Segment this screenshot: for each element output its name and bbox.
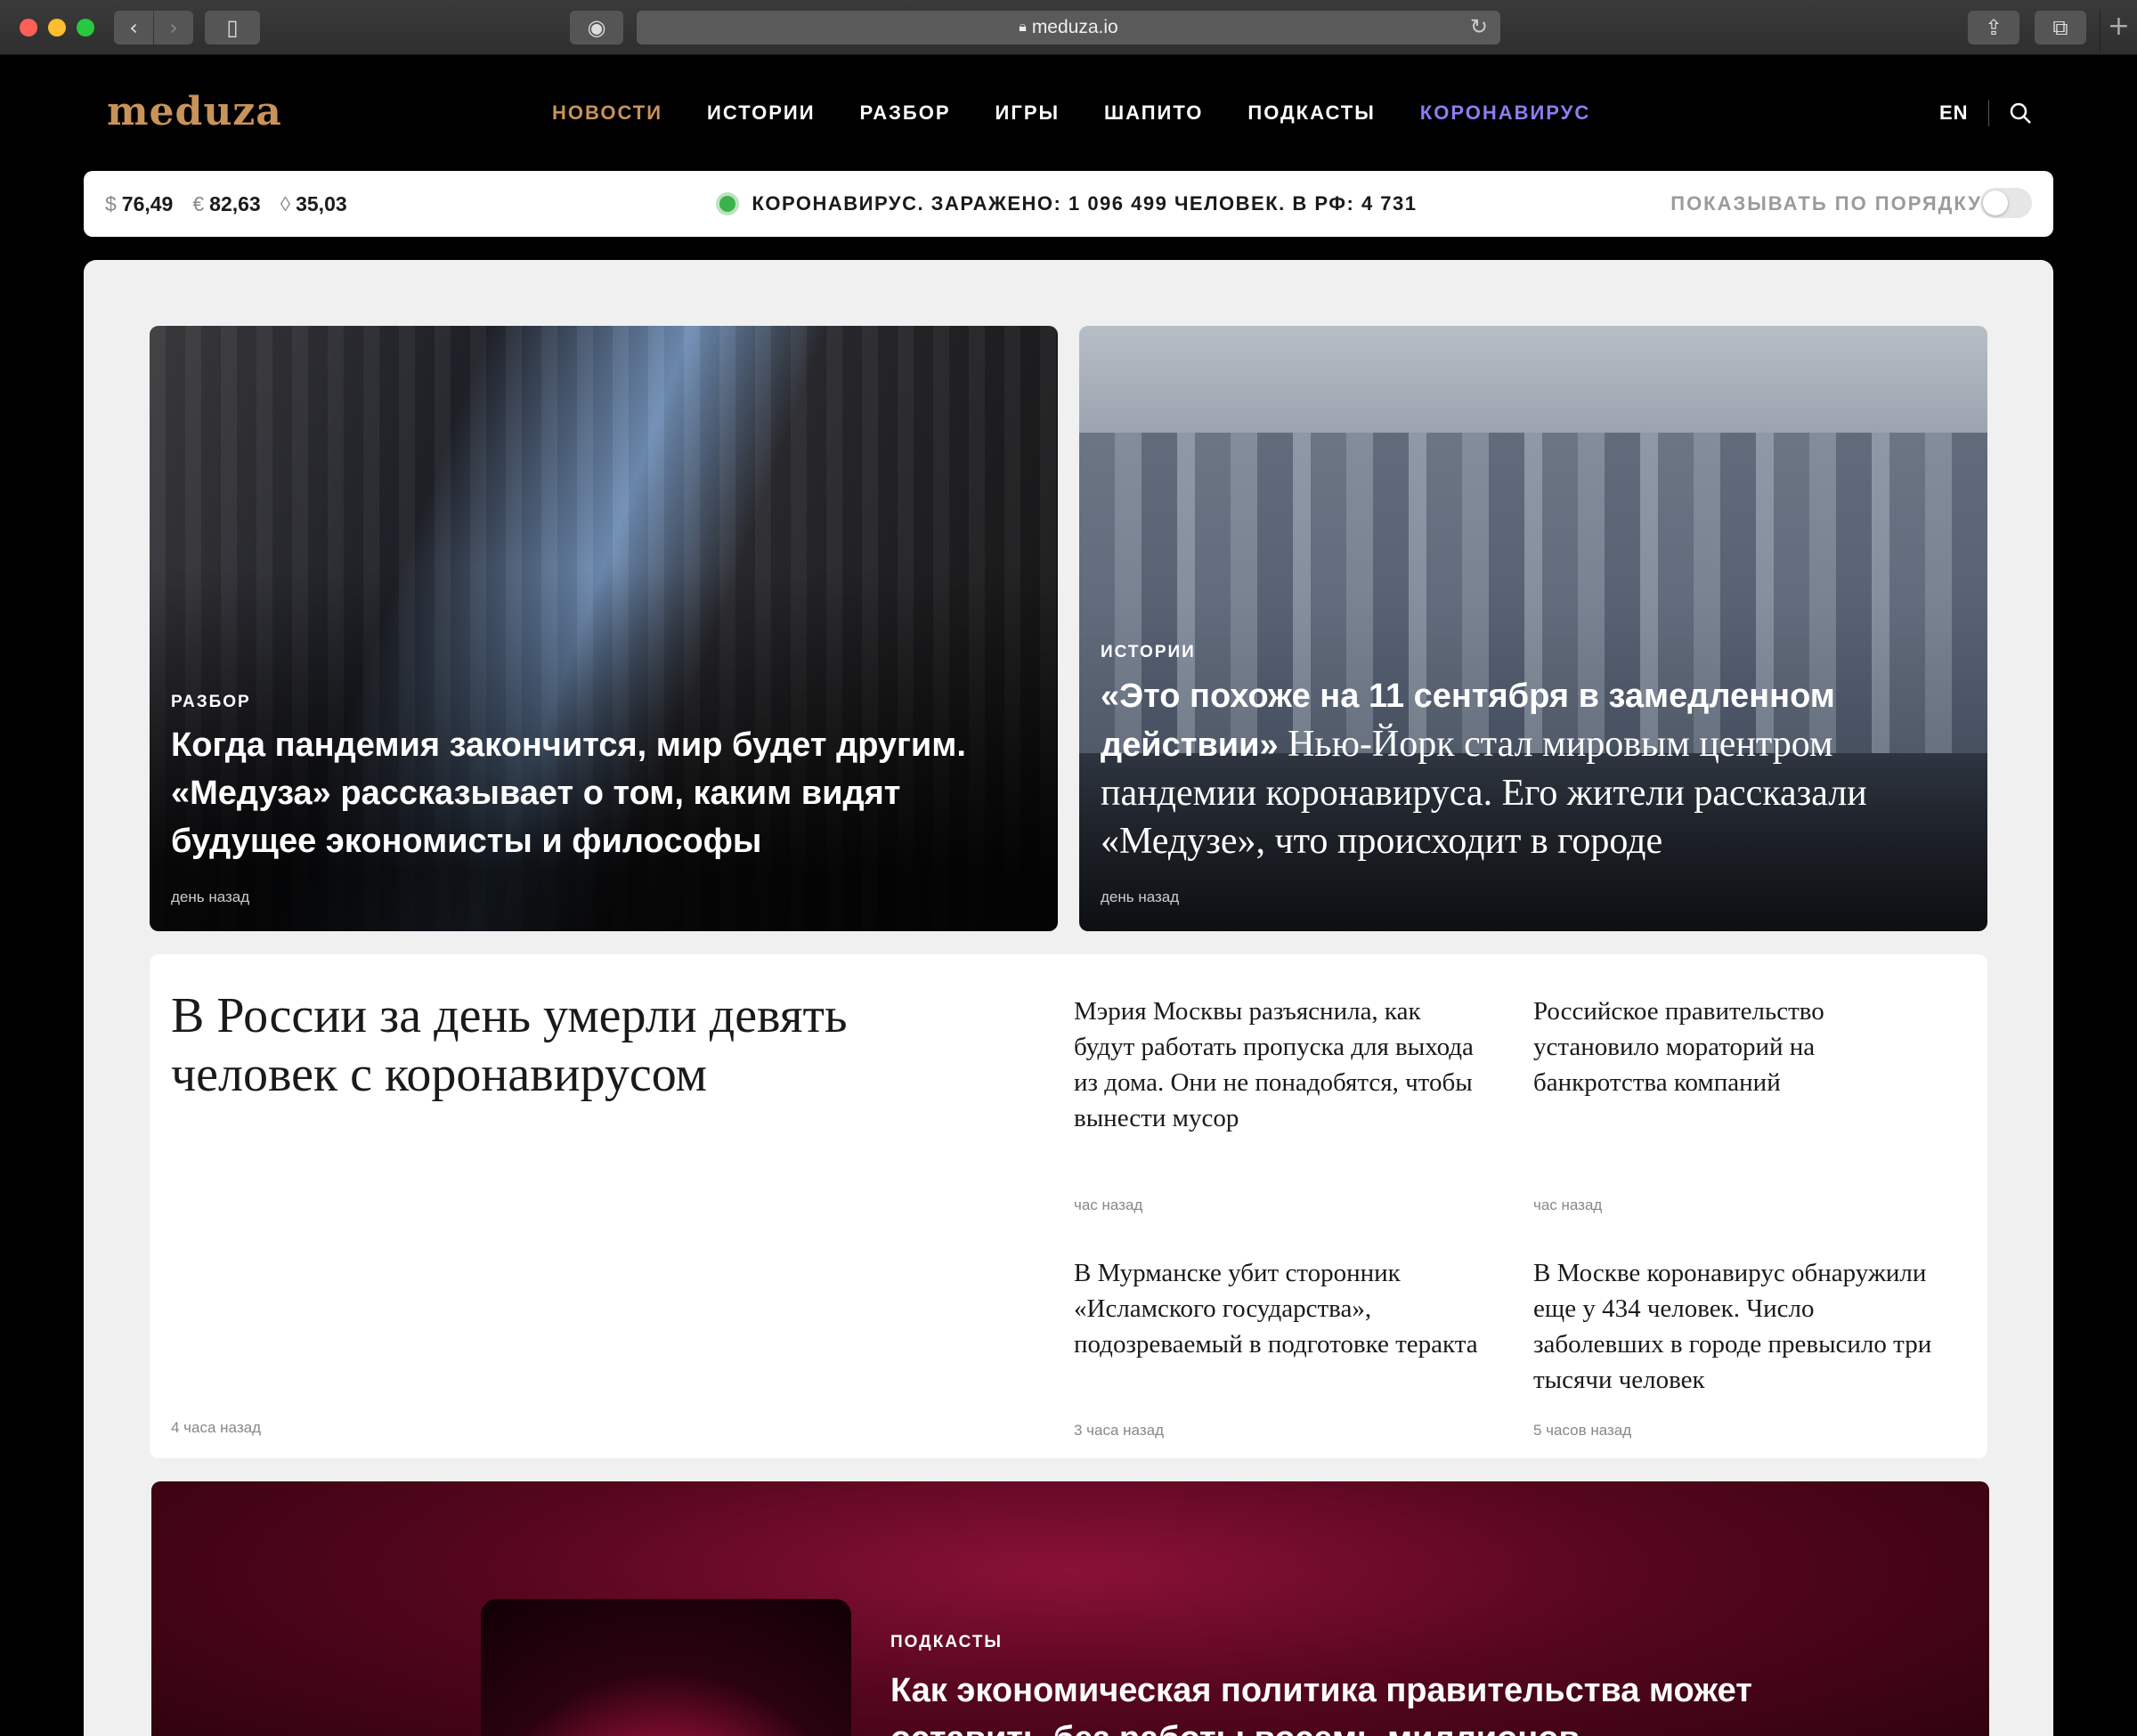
browser-toolbar: ‹ › ▯ ◉ 🔒︎ meduza.io ↻ ⇪ ⧉ + (0, 0, 2137, 55)
news-item-time: 3 часа назад (1074, 1422, 1164, 1439)
tabs-icon: ⧉ (2052, 15, 2068, 40)
news-item-title[interactable]: Российское правительство установило мора… (1533, 994, 1943, 1100)
chevron-right-icon: › (169, 15, 178, 40)
podcast-rubric: ПОДКАСТЫ (890, 1633, 1003, 1651)
forward-button[interactable]: › (154, 11, 193, 45)
sidebar-icon: ▯ (226, 15, 239, 40)
language-switch[interactable]: EN (1939, 101, 1969, 125)
card-time: день назад (1101, 888, 1180, 905)
site-logo[interactable]: meduza (107, 89, 282, 134)
news-item-title[interactable]: Мэрия Москвы разъяснила, как будут работ… (1074, 994, 1483, 1136)
share-icon: ⇪ (1984, 15, 2003, 40)
nav-analysis[interactable]: РАЗБОР (860, 101, 951, 125)
nav-stories[interactable]: ИСТОРИИ (707, 101, 815, 125)
card-meta: РАЗБОР Когда пандемия закончится, мир бу… (171, 693, 1036, 906)
chevron-left-icon: ‹ (129, 15, 138, 40)
password-button[interactable]: ◉ (570, 11, 623, 45)
main-nav: НОВОСТИ ИСТОРИИ РАЗБОР ИГРЫ ШАПИТО ПОДКА… (552, 101, 1590, 125)
back-button[interactable]: ‹ (114, 11, 153, 45)
header-divider (1988, 100, 1989, 126)
address-bar[interactable]: 🔒︎ meduza.io ↻ (637, 11, 1500, 45)
toggle-knob (1983, 191, 2008, 215)
card-meta: ИСТОРИИ «Это похоже на 11 сентября в зам… (1101, 643, 1966, 906)
podcast-card[interactable]: ПОДКАСТЫ Как экономическая политика прав… (151, 1481, 1989, 1736)
info-bar: $76,49 €82,63 ◊ 35,03 КОРОНАВИРУС. ЗАРАЖЕ… (84, 171, 2053, 237)
tab-overview-button[interactable]: ⧉ (2035, 11, 2086, 45)
minimize-window-button[interactable] (48, 19, 66, 37)
main-news-time: 4 часа назад (171, 1419, 261, 1436)
site-header: meduza НОВОСТИ ИСТОРИИ РАЗБОР ИГРЫ ШАПИТ… (0, 55, 2137, 169)
share-button[interactable]: ⇪ (1968, 11, 2019, 45)
sidebar-toggle-button[interactable]: ▯ (205, 11, 260, 45)
covid-text: КОРОНАВИРУС. ЗАРАЖЕНО: 1 096 499 ЧЕЛОВЕК… (752, 192, 1418, 215)
reload-icon[interactable]: ↻ (1470, 14, 1488, 40)
order-label: ПОКАЗЫВАТЬ ПО ПОРЯДКУ (1670, 192, 1982, 215)
main-panel: РАЗБОР Когда пандемия закончится, мир бу… (84, 260, 2053, 1736)
nav-news[interactable]: НОВОСТИ (552, 101, 662, 125)
card-time: день назад (171, 888, 250, 905)
close-window-button[interactable] (20, 19, 37, 37)
fullscreen-window-button[interactable] (77, 19, 94, 37)
card-rubric: РАЗБОР (171, 693, 251, 711)
nav-shapito[interactable]: ШАПИТО (1104, 101, 1203, 125)
main-news-title[interactable]: В России за день умерли девять человек с… (171, 986, 972, 1104)
news-item-title[interactable]: В Мурманске убит сторонник «Исламского г… (1074, 1255, 1483, 1362)
news-block: В России за день умерли девять человек с… (150, 954, 1987, 1458)
nav-games[interactable]: ИГРЫ (995, 101, 1060, 125)
podcast-title: Как экономическая политика правительства… (890, 1672, 1752, 1736)
podcast-cover (481, 1599, 851, 1736)
news-item-title[interactable]: В Москве коронавирус обнаружили еще у 43… (1533, 1255, 1943, 1398)
news-item-time: 5 часов назад (1533, 1422, 1632, 1439)
virus-icon (719, 196, 736, 212)
search-icon[interactable] (2009, 101, 2032, 125)
feature-card[interactable]: РАЗБОР Когда пандемия закончится, мир бу… (150, 326, 1058, 931)
card-rubric: ИСТОРИИ (1101, 643, 1196, 661)
plus-icon: + (2107, 11, 2131, 42)
lock-icon: 🔒︎ (1019, 20, 1027, 35)
feature-card[interactable]: ИСТОРИИ «Это похоже на 11 сентября в зам… (1079, 326, 1987, 931)
order-toggle[interactable] (1980, 188, 2032, 218)
nav-coronavirus[interactable]: КОРОНАВИРУС (1420, 101, 1590, 125)
new-tab-button[interactable]: + (2100, 11, 2137, 55)
password-key-icon: ◉ (587, 15, 606, 40)
card-title: «Это похоже на 11 сентября в замедленном… (1101, 671, 1966, 865)
news-item-time: час назад (1533, 1197, 1603, 1213)
nav-podcasts[interactable]: ПОДКАСТЫ (1247, 101, 1375, 125)
card-title: Когда пандемия закончится, мир будет дру… (171, 726, 966, 860)
url-text: meduza.io (1031, 17, 1118, 37)
news-item-time: час назад (1074, 1197, 1143, 1213)
